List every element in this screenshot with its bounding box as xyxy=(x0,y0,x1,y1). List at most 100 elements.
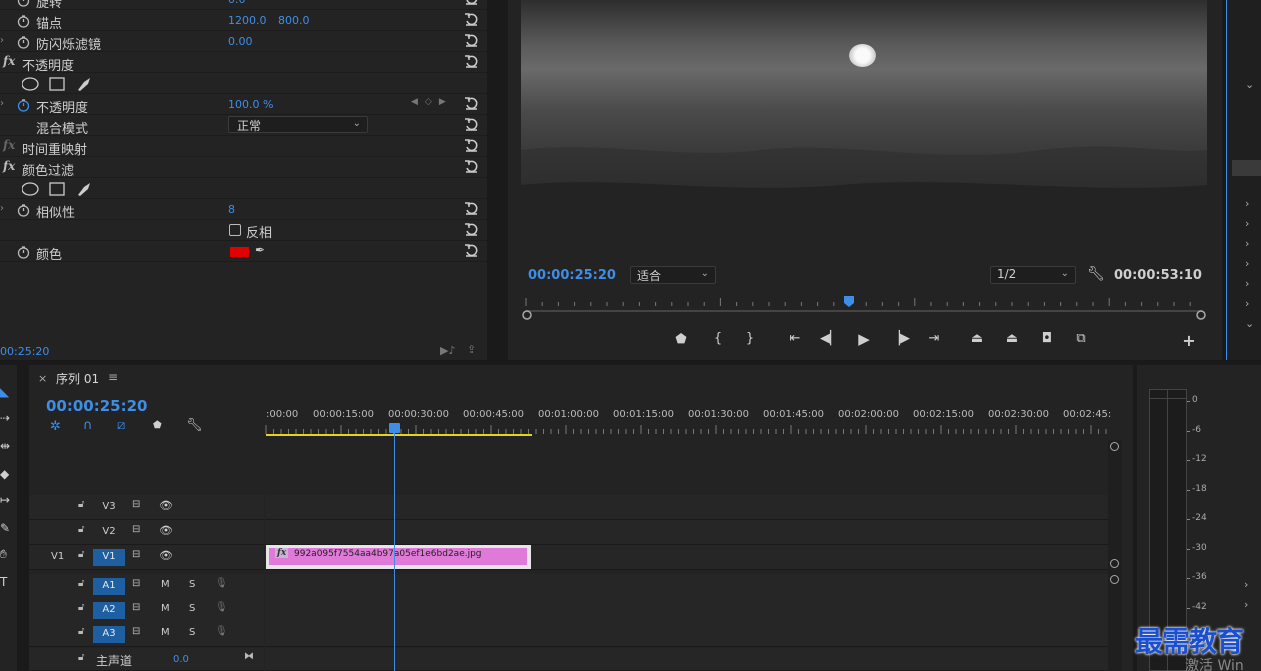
lift-button[interactable]: ⏏ xyxy=(967,331,987,346)
chevron-down-icon[interactable]: ⌄ xyxy=(1245,78,1254,91)
param-value[interactable]: 8 xyxy=(228,203,235,216)
reset-icon[interactable] xyxy=(464,201,479,216)
reset-icon[interactable] xyxy=(464,54,479,69)
add-marker-icon[interactable]: ⬟ xyxy=(153,420,162,431)
track-header-A2[interactable]: 🔓︎ A2 ⊟ M S 🎙︎ xyxy=(29,598,264,623)
fx-icon[interactable]: fx xyxy=(3,138,15,152)
stopwatch-icon[interactable] xyxy=(17,202,30,217)
reset-icon[interactable] xyxy=(464,12,479,27)
track-target-toggle[interactable]: V3 xyxy=(93,499,125,516)
play-button[interactable]: ▶ xyxy=(854,330,874,348)
reset-icon[interactable] xyxy=(464,138,479,153)
lock-icon[interactable]: 🔓︎ xyxy=(78,578,84,589)
step-back-button[interactable]: ◀▏ xyxy=(820,331,840,346)
insert-nest-icon[interactable]: ✲ xyxy=(50,419,61,434)
lock-icon[interactable]: 🔓︎ xyxy=(78,499,84,510)
timeline-playhead[interactable] xyxy=(394,432,395,671)
close-tab-icon[interactable]: × xyxy=(38,372,47,385)
source-patch[interactable]: V1 xyxy=(51,551,64,562)
scrubber-start-handle[interactable] xyxy=(522,310,532,320)
mark-in-button[interactable]: { xyxy=(708,331,728,346)
sequence-tab[interactable]: 序列 01 xyxy=(56,370,99,387)
eye-icon[interactable]: 👁︎ xyxy=(159,524,173,537)
param-value[interactable]: 0.00 xyxy=(228,35,253,48)
track-header-V3[interactable]: 🔓︎ V3 ⊟ 👁︎ xyxy=(29,495,264,520)
reset-icon[interactable] xyxy=(464,222,479,237)
extract-button[interactable]: ⏏ xyxy=(1002,331,1022,346)
sync-lock-icon[interactable]: ⊟ xyxy=(132,626,140,637)
add-button[interactable]: + xyxy=(1179,331,1199,350)
eye-icon[interactable]: 👁︎ xyxy=(159,549,173,562)
lock-icon[interactable]: 🔓︎ xyxy=(78,602,84,613)
reset-icon[interactable] xyxy=(464,243,479,258)
compare-view-button[interactable]: ⧉ xyxy=(1071,331,1091,346)
chevron-right-icon[interactable]: › xyxy=(1244,598,1248,611)
stopwatch-icon[interactable] xyxy=(17,0,30,7)
eyedropper-icon[interactable]: ✒ xyxy=(255,243,265,257)
lock-icon[interactable]: 🔓︎ xyxy=(78,549,84,560)
track-target-toggle[interactable]: A3 xyxy=(93,626,125,643)
chevron-right-icon[interactable]: › xyxy=(1245,297,1249,310)
selection-tool-icon[interactable]: ◣ xyxy=(0,385,14,399)
scrubber-playhead[interactable] xyxy=(844,296,854,307)
track-header-A3[interactable]: 🔓︎ A3 ⊟ M S 🎙︎ xyxy=(29,622,264,647)
invert-checkbox[interactable] xyxy=(229,224,241,236)
panel-menu-icon[interactable]: ≡ xyxy=(108,370,118,384)
solo-button[interactable]: S xyxy=(189,603,195,614)
track-target-toggle[interactable]: V1 xyxy=(93,549,125,566)
disclosure-triangle-icon[interactable]: › xyxy=(0,203,4,214)
mic-icon[interactable]: 🎙︎ xyxy=(215,578,228,589)
scrubber-end-handle[interactable] xyxy=(1196,310,1206,320)
mute-button[interactable]: M xyxy=(161,603,170,614)
master-track-header[interactable]: 🔓︎ 主声道 0.0 ⧓ xyxy=(29,648,264,671)
chevron-right-icon[interactable]: › xyxy=(1245,217,1249,230)
go-to-out-button[interactable]: ⇥ xyxy=(924,331,944,346)
ripple-edit-tool-icon[interactable]: ⇹ xyxy=(0,439,14,453)
track-target-toggle[interactable]: A2 xyxy=(93,602,125,619)
fit-dropdown[interactable]: 适合 ⌄ xyxy=(630,266,716,284)
mark-out-button[interactable]: } xyxy=(740,331,760,346)
program-timecode[interactable]: 00:00:25:20 xyxy=(528,268,616,283)
reset-icon[interactable] xyxy=(464,96,479,111)
lock-icon[interactable]: 🔓︎ xyxy=(78,652,84,663)
reset-icon[interactable] xyxy=(464,33,479,48)
chevron-right-icon[interactable]: › xyxy=(1245,277,1249,290)
razor-tool-icon[interactable]: ◆ xyxy=(0,467,14,481)
reset-icon[interactable] xyxy=(464,0,479,6)
track-target-toggle[interactable]: A1 xyxy=(93,578,125,595)
reset-icon[interactable] xyxy=(464,117,479,132)
chevron-right-icon[interactable]: › xyxy=(1245,237,1249,250)
mic-icon[interactable]: 🎙︎ xyxy=(215,602,228,613)
master-track-lane[interactable] xyxy=(265,648,1108,671)
rectangle-mask-icon[interactable] xyxy=(49,182,65,196)
track-lane-A2[interactable] xyxy=(265,598,1108,623)
fx-icon[interactable]: fx xyxy=(3,54,15,68)
eye-icon[interactable]: 👁︎ xyxy=(159,499,173,512)
fx-icon[interactable]: fx xyxy=(3,159,15,173)
mute-button[interactable]: M xyxy=(161,627,170,638)
param-value[interactable]: 0.0 xyxy=(228,0,246,6)
sync-lock-icon[interactable]: ⊟ xyxy=(132,578,140,589)
chevron-down-icon[interactable]: ⌄ xyxy=(1245,317,1254,330)
track-header-V1[interactable]: V1 🔓︎ V1 ⊟ 👁︎ xyxy=(29,545,264,570)
solo-button[interactable]: S xyxy=(189,627,195,638)
export-frame-icon[interactable]: ▶♪ xyxy=(440,344,455,357)
stopwatch-icon[interactable] xyxy=(17,244,30,259)
reset-icon[interactable] xyxy=(464,159,479,174)
solo-button[interactable]: S xyxy=(189,579,195,590)
stopwatch-icon[interactable] xyxy=(17,97,30,112)
wrench-icon[interactable]: 🔧︎ xyxy=(1087,266,1105,282)
scroll-thumb[interactable] xyxy=(1232,160,1261,176)
disclosure-triangle-icon[interactable]: › xyxy=(0,35,4,46)
toggle-sync-icon[interactable]: ⊟ xyxy=(132,499,140,510)
disclosure-triangle-icon[interactable]: › xyxy=(0,98,4,109)
chevron-right-icon[interactable]: › xyxy=(1245,197,1249,210)
track-lane-A3[interactable] xyxy=(265,622,1108,647)
chevron-right-icon[interactable]: › xyxy=(1245,257,1249,270)
scroll-handle-top[interactable] xyxy=(1110,442,1119,451)
param-value[interactable]: 100.0 % xyxy=(228,98,273,111)
resolution-dropdown[interactable]: 1/2 ⌄ xyxy=(990,266,1076,284)
ellipse-mask-icon[interactable] xyxy=(21,77,39,91)
param-value[interactable]: 1200.0 xyxy=(228,14,267,27)
mic-icon[interactable]: 🎙︎ xyxy=(215,626,228,637)
